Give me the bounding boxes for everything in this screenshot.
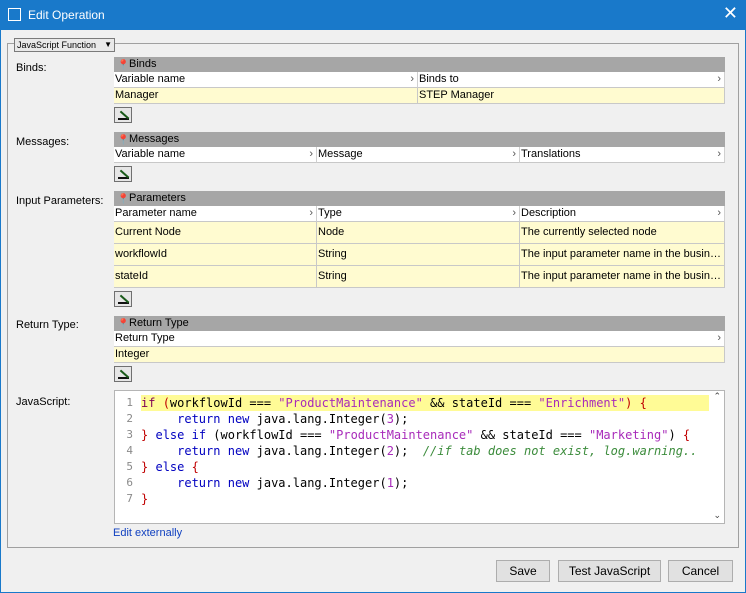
chevron-right-icon: ›	[512, 207, 516, 219]
code-line: return new java.lang.Integer(3);	[177, 412, 409, 426]
parameters-header-label: Parameters	[129, 192, 186, 204]
table-row[interactable]: Current Node Node The currently selected…	[114, 222, 725, 244]
table-cell[interactable]: The input parameter name in the business	[520, 244, 725, 266]
edit-return-type-button[interactable]	[114, 366, 132, 382]
chevron-right-icon: ›	[717, 73, 721, 85]
code-line: } else if (workflowId === "ProductMainte…	[141, 428, 691, 442]
editor-scrollbar[interactable]: ⌃ ⌄	[708, 391, 724, 523]
line-number: 6	[126, 476, 133, 489]
chevron-up-icon[interactable]: ⌃	[713, 391, 721, 402]
return-type-header-label: Return Type	[129, 317, 189, 329]
edit-icon	[118, 294, 129, 304]
column-header-message[interactable]: Message ›	[317, 147, 520, 163]
close-icon[interactable]: ✕	[723, 4, 738, 24]
column-header-type[interactable]: Type ›	[317, 206, 520, 222]
table-row[interactable]: workflowId String The input parameter na…	[114, 244, 725, 266]
column-header-variable-name[interactable]: Variable name ›	[114, 147, 317, 163]
table-cell[interactable]: Manager	[114, 88, 418, 104]
javascript-editor[interactable]: 1 2 3 4 5 6 7 if (workflowId === "Produc…	[114, 390, 725, 524]
pin-icon[interactable]: 📍	[117, 133, 129, 148]
title-bar: Edit Operation ✕	[0, 0, 746, 30]
line-number: 7	[126, 492, 133, 505]
code-line: } else {	[141, 460, 199, 474]
edit-messages-button[interactable]	[114, 166, 132, 182]
edit-binds-button[interactable]	[114, 107, 132, 123]
table-cell[interactable]: stateId	[114, 266, 317, 288]
column-header-binds-to[interactable]: Binds to ›	[418, 72, 725, 88]
table-cell[interactable]: Node	[317, 222, 520, 244]
code-line: return new java.lang.Integer(1);	[177, 476, 409, 490]
chevron-right-icon: ›	[309, 207, 313, 219]
window-icon	[8, 8, 21, 21]
table-row[interactable]: stateId String The input parameter name …	[114, 266, 725, 288]
save-button[interactable]: Save	[496, 560, 550, 582]
code-lines[interactable]: if (workflowId === "ProductMaintenance" …	[141, 395, 709, 507]
messages-column-headers: Variable name › Message › Translations ›	[114, 147, 725, 163]
function-type-value: JavaScript Function	[17, 40, 97, 50]
binds-table: 📍 Binds Variable name › Binds to › Manager…	[114, 57, 725, 104]
edit-icon	[118, 169, 129, 179]
code-line: if (workflowId === "ProductMaintenance" …	[141, 395, 709, 411]
input-parameters-label: Input Parameters:	[16, 195, 104, 207]
chevron-down-icon: ▼	[104, 40, 112, 49]
pin-icon[interactable]: 📍	[117, 317, 129, 332]
code-line: }	[141, 492, 149, 506]
line-number: 1	[126, 396, 133, 409]
pin-icon[interactable]: 📍	[117, 192, 129, 207]
return-type-header: 📍 Return Type	[114, 316, 725, 331]
window-title: Edit Operation	[28, 8, 105, 22]
return-type-table: 📍 Return Type Return Type › Integer	[114, 316, 725, 363]
column-header-variable-name[interactable]: Variable name ›	[114, 72, 418, 88]
messages-header: 📍 Messages	[114, 132, 725, 147]
binds-header-label: Binds	[129, 58, 157, 70]
line-number: 4	[126, 444, 133, 457]
chevron-down-icon[interactable]: ⌄	[713, 510, 721, 521]
column-header-parameter-name[interactable]: Parameter name ›	[114, 206, 317, 222]
parameters-column-headers: Parameter name › Type › Description ›	[114, 206, 725, 222]
table-cell[interactable]: String	[317, 244, 520, 266]
test-javascript-button[interactable]: Test JavaScript	[558, 560, 661, 582]
messages-table: 📍 Messages Variable name › Message › Trans…	[114, 132, 725, 163]
line-number-gutter: 1 2 3 4 5 6 7	[115, 395, 137, 527]
table-cell[interactable]: String	[317, 266, 520, 288]
edit-parameters-button[interactable]	[114, 291, 132, 307]
edit-icon	[118, 110, 129, 120]
chevron-right-icon: ›	[717, 332, 721, 344]
table-cell[interactable]: The input parameter name in the business	[520, 266, 725, 288]
table-row[interactable]: Integer	[114, 347, 725, 363]
table-cell[interactable]: The currently selected node	[520, 222, 725, 244]
chevron-right-icon: ›	[410, 73, 414, 85]
chevron-right-icon: ›	[512, 148, 516, 160]
chevron-right-icon: ›	[717, 207, 721, 219]
column-header-return-type[interactable]: Return Type ›	[114, 331, 725, 347]
line-number: 5	[126, 460, 133, 473]
table-cell[interactable]: STEP Manager	[418, 88, 725, 104]
function-type-select[interactable]: JavaScript Function ▼	[14, 38, 115, 52]
edit-externally-link[interactable]: Edit externally	[113, 527, 182, 539]
table-cell[interactable]: workflowId	[114, 244, 317, 266]
return-type-label: Return Type:	[16, 319, 79, 331]
binds-label: Binds:	[16, 62, 47, 74]
javascript-label: JavaScript:	[16, 396, 71, 408]
parameters-table: 📍 Parameters Parameter name › Type › Descr…	[114, 191, 725, 288]
code-line: return new java.lang.Integer(2); //if ta…	[177, 444, 698, 458]
table-cell[interactable]: Integer	[114, 347, 725, 363]
pin-icon[interactable]: 📍	[117, 58, 129, 73]
chevron-right-icon: ›	[717, 148, 721, 160]
messages-header-label: Messages	[129, 133, 180, 145]
table-cell[interactable]: Current Node	[114, 222, 317, 244]
cancel-button[interactable]: Cancel	[668, 560, 733, 582]
return-type-column-headers: Return Type ›	[114, 331, 725, 347]
column-header-translations[interactable]: Translations ›	[520, 147, 725, 163]
edit-icon	[118, 369, 129, 379]
column-header-description[interactable]: Description ›	[520, 206, 725, 222]
chevron-right-icon: ›	[309, 148, 313, 160]
binds-header: 📍 Binds	[114, 57, 725, 72]
line-number: 2	[126, 412, 133, 425]
messages-label: Messages:	[16, 136, 70, 148]
parameters-header: 📍 Parameters	[114, 191, 725, 206]
table-row[interactable]: Manager STEP Manager	[114, 88, 725, 104]
line-number: 3	[126, 428, 133, 441]
binds-column-headers: Variable name › Binds to ›	[114, 72, 725, 88]
